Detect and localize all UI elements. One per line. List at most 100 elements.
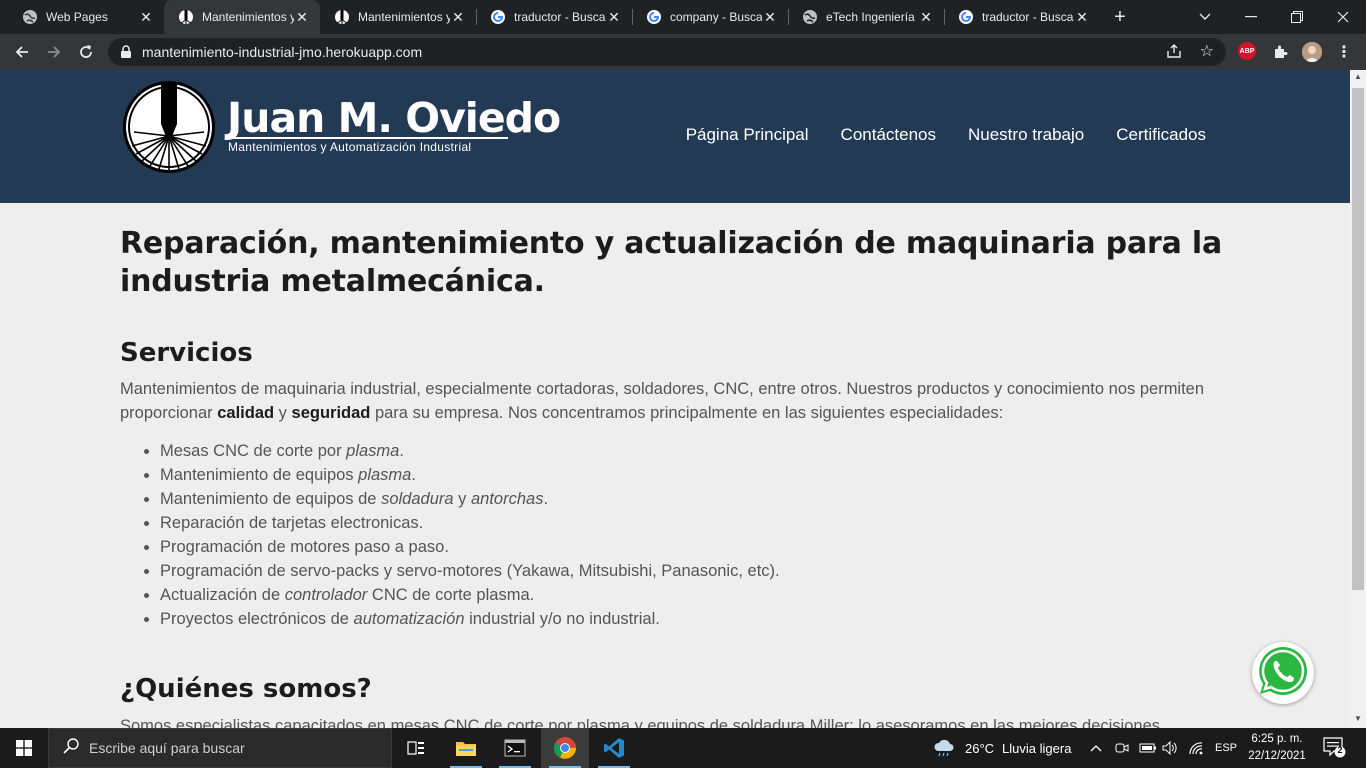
task-view-button[interactable] xyxy=(392,728,440,768)
restore-button[interactable] xyxy=(1274,0,1320,34)
vscode-button[interactable] xyxy=(590,728,638,768)
meet-now-icon[interactable] xyxy=(1115,728,1129,768)
close-icon[interactable]: ✕ xyxy=(450,9,466,25)
globe-icon xyxy=(22,9,38,25)
share-icon[interactable] xyxy=(1166,43,1182,64)
nav-home[interactable]: Página Principal xyxy=(686,125,809,145)
services-intro: Mantenimientos de maquinaria industrial,… xyxy=(120,377,1235,425)
whatsapp-button[interactable] xyxy=(1252,642,1314,704)
tab-title: company - Busca xyxy=(670,10,762,24)
list-item: Programación de motores paso a paso. xyxy=(160,535,1235,559)
whatsapp-icon xyxy=(1255,643,1311,704)
weather-widget[interactable]: 26°C Lluvia ligera xyxy=(932,728,1071,768)
list-item: Reparación de tarjetas electronicas. xyxy=(160,511,1235,535)
url-text[interactable]: mantenimiento-industrial-jmo.herokuapp.c… xyxy=(142,44,422,60)
item-text: Mesas CNC de corte por xyxy=(160,442,347,460)
battery-icon[interactable] xyxy=(1139,728,1157,768)
tab-title: Mantenimientos y xyxy=(202,10,294,24)
taskbar-search-input[interactable]: Escribe aquí para buscar xyxy=(48,728,392,768)
folder-icon xyxy=(456,742,476,756)
close-icon[interactable]: ✕ xyxy=(606,9,622,25)
tray-overflow-chevron-icon[interactable] xyxy=(1090,728,1102,768)
clock-date: 22/12/2021 xyxy=(1248,750,1306,762)
minimize-button[interactable] xyxy=(1228,0,1274,34)
services-list: Mesas CNC de corte por plasma. Mantenimi… xyxy=(160,439,1235,631)
services-intro-text: para su empresa. Nos concentramos princi… xyxy=(370,404,1004,422)
about-heading: ¿Quiénes somos? xyxy=(120,674,372,704)
adblock-plus-icon[interactable]: ABP xyxy=(1238,42,1256,60)
bookmark-star-icon[interactable]: ☆ xyxy=(1200,41,1214,61)
browser-menu-icon[interactable]: ⋮ xyxy=(1334,42,1354,62)
close-icon[interactable]: ✕ xyxy=(1074,9,1090,25)
item-text: . xyxy=(411,466,416,484)
volume-icon[interactable] xyxy=(1162,728,1178,768)
cloud-rain-icon xyxy=(934,739,954,757)
windows-taskbar: Escribe aquí para buscar 26°C Lluvia lig… xyxy=(0,728,1366,768)
profile-avatar[interactable] xyxy=(1302,42,1322,62)
start-button[interactable] xyxy=(0,728,48,768)
back-button[interactable] xyxy=(8,38,36,66)
brand-logo[interactable] xyxy=(122,80,216,179)
vscode-icon xyxy=(604,738,624,758)
jmo-logo-icon xyxy=(178,9,194,25)
tab-title: traductor - Busca xyxy=(514,10,606,24)
item-emphasis: plasma xyxy=(358,466,412,484)
tab-mantenimientos-active[interactable]: Mantenimientos y ✕ xyxy=(164,0,320,34)
item-text: Actualización de xyxy=(160,586,285,604)
tab-traductor-2[interactable]: traductor - Busca ✕ xyxy=(944,0,1100,34)
wifi-icon[interactable] xyxy=(1188,728,1204,768)
file-explorer-button[interactable] xyxy=(442,728,490,768)
list-item: Actualización de controlador CNC de cort… xyxy=(160,583,1235,607)
system-clock[interactable]: 6:25 p. m. 22/12/2021 xyxy=(1240,731,1314,765)
scrollbar-thumb[interactable] xyxy=(1352,88,1364,590)
scroll-down-arrow-icon[interactable]: ▼ xyxy=(1354,714,1362,723)
item-emphasis: controlador xyxy=(284,586,368,604)
services-heading: Servicios xyxy=(120,338,253,368)
item-text: Reparación de tarjetas electronicas. xyxy=(160,514,424,532)
language-indicator[interactable]: ESP xyxy=(1215,728,1237,768)
reload-button[interactable] xyxy=(72,38,100,66)
notification-count: 2 xyxy=(1337,745,1343,755)
services-intro-bold-security: seguridad xyxy=(291,404,371,422)
close-icon[interactable]: ✕ xyxy=(294,9,310,25)
address-bar[interactable]: mantenimiento-industrial-jmo.herokuapp.c… xyxy=(108,38,1226,66)
scroll-up-arrow-icon[interactable]: ▲ xyxy=(1354,72,1362,81)
terminal-button[interactable] xyxy=(491,728,539,768)
nav-contact[interactable]: Contáctenos xyxy=(841,125,936,145)
brand-tagline: Mantenimientos y Automatización Industri… xyxy=(228,140,472,154)
main-nav: Página Principal Contáctenos Nuestro tra… xyxy=(686,125,1206,145)
item-text: industrial y/o no industrial. xyxy=(464,610,660,628)
close-icon[interactable]: ✕ xyxy=(138,9,154,25)
item-emphasis: soldadura xyxy=(381,490,454,508)
chrome-button[interactable] xyxy=(541,728,589,768)
item-emphasis: antorchas xyxy=(470,490,544,508)
tab-search-chevron-icon[interactable] xyxy=(1182,0,1228,34)
new-tab-button[interactable]: + xyxy=(1108,5,1132,29)
brand-name[interactable]: Juan M. Oviedo xyxy=(227,94,561,142)
tab-mantenimientos[interactable]: Mantenimientos y ✕ xyxy=(320,0,476,34)
nav-our-work[interactable]: Nuestro trabajo xyxy=(968,125,1084,145)
list-item: Mesas CNC de corte por plasma. xyxy=(160,439,1235,463)
weather-desc: Lluvia ligera xyxy=(1002,740,1072,756)
item-emphasis: plasma xyxy=(346,442,400,460)
extensions-puzzle-icon[interactable] xyxy=(1270,42,1290,62)
tab-traductor[interactable]: traductor - Busca ✕ xyxy=(476,0,632,34)
browser-tab-strip: Web Pages ✕ Mantenimientos y ✕ Mantenimi… xyxy=(0,0,1366,34)
search-icon xyxy=(63,737,79,759)
lock-icon[interactable] xyxy=(120,45,132,64)
close-window-button[interactable] xyxy=(1320,0,1366,34)
close-icon[interactable]: ✕ xyxy=(918,9,934,25)
close-icon[interactable]: ✕ xyxy=(762,9,778,25)
tab-company[interactable]: company - Busca ✕ xyxy=(632,0,788,34)
item-text: Mantenimiento de equipos xyxy=(160,466,359,484)
google-icon xyxy=(958,9,974,25)
notification-center-button[interactable]: 2 xyxy=(1322,736,1346,763)
nav-certificates[interactable]: Certificados xyxy=(1116,125,1206,145)
item-emphasis: automatización xyxy=(353,610,465,628)
chrome-icon xyxy=(554,737,576,759)
task-view-icon xyxy=(407,741,424,755)
tab-web-pages[interactable]: Web Pages ✕ xyxy=(8,0,164,34)
tab-etech[interactable]: eTech Ingeniería ✕ xyxy=(788,0,944,34)
weather-temp: 26°C xyxy=(965,740,995,756)
forward-button[interactable] xyxy=(40,38,68,66)
